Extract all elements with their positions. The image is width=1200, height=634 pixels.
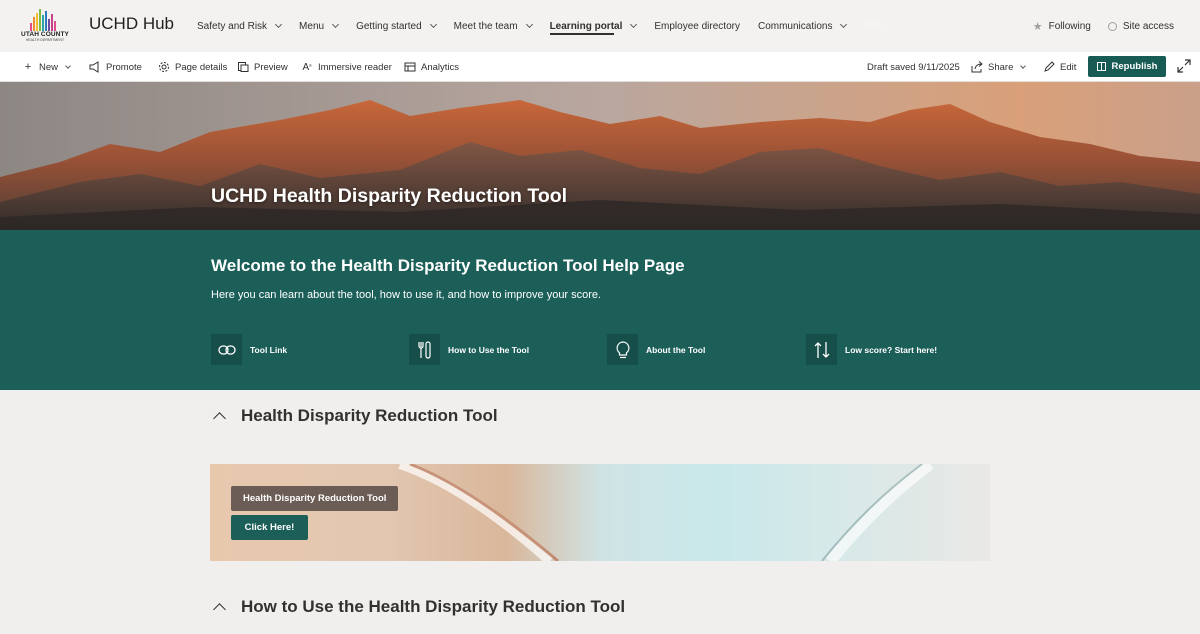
expand-icon[interactable] <box>1177 59 1191 73</box>
chevron-down-icon <box>525 20 533 29</box>
nav-menu[interactable]: Menu <box>299 0 340 52</box>
page-title: UCHD Health Disparity Reduction Tool <box>211 185 568 207</box>
quick-link-about[interactable]: About the Tool <box>607 333 705 366</box>
section-header-how-to-use[interactable]: How to Use the Health Disparity Reductio… <box>211 597 625 617</box>
site-access-button[interactable]: Site access <box>1107 20 1174 32</box>
link-icon <box>211 334 242 365</box>
following-label: Following <box>1048 20 1091 32</box>
site-title[interactable]: UCHD Hub <box>89 14 174 34</box>
chevron-down-icon <box>429 20 437 29</box>
gear-icon <box>158 61 170 73</box>
chevron-down-icon <box>1020 62 1027 69</box>
share-button[interactable]: Share <box>971 52 1027 82</box>
share-icon <box>971 61 983 73</box>
share-label: Share <box>988 61 1014 73</box>
promote-button[interactable]: Promote <box>89 52 142 82</box>
logo-graphic <box>30 9 60 31</box>
tool-tag-label: Health Disparity Reduction Tool <box>231 486 399 511</box>
nav-getting-started[interactable]: Getting started <box>356 0 437 52</box>
chevron-down-icon <box>630 20 638 29</box>
nav-label: Employee directory <box>654 20 740 32</box>
draft-status: Draft saved 9/11/2025 <box>867 61 960 73</box>
quick-link-label: Low score? Start here! <box>845 344 938 355</box>
nav-label: Menu <box>299 20 325 32</box>
new-button[interactable]: + New <box>22 52 71 82</box>
plus-icon: + <box>24 61 32 73</box>
header-actions: ★ Following Site access <box>1016 0 1174 52</box>
tools-icon <box>409 334 440 365</box>
nav-label: Edit <box>864 20 882 32</box>
person-icon <box>1107 21 1117 31</box>
hub-navigation: Safety and Risk Menu Getting started Mee… <box>197 0 900 52</box>
tool-banner-image <box>210 464 990 561</box>
republish-icon <box>1096 62 1106 71</box>
immersive-reader-label: Immersive reader <box>318 61 392 73</box>
nav-communications[interactable]: Communications <box>757 0 848 52</box>
quick-link-tool-link[interactable]: Tool Link <box>211 333 287 366</box>
quick-link-label: How to Use the Tool <box>448 344 530 355</box>
chevron-up-icon <box>213 603 226 616</box>
chevron-down-icon <box>275 20 283 29</box>
logo-text: UTAH COUNTY <box>21 31 69 38</box>
republish-label: Republish <box>1111 61 1158 72</box>
quick-link-label: About the Tool <box>646 344 706 355</box>
promote-label: Promote <box>106 61 142 73</box>
mountain-image <box>0 82 1200 230</box>
section-header-tool[interactable]: Health Disparity Reduction Tool <box>211 406 498 426</box>
nav-safety-and-risk[interactable]: Safety and Risk <box>197 0 283 52</box>
preview-button[interactable]: Preview <box>237 52 288 82</box>
nav-meet-the-team[interactable]: Meet the team <box>453 0 533 52</box>
quick-link-label: Tool Link <box>250 344 288 355</box>
welcome-subtext: Here you can learn about the tool, how t… <box>211 289 602 301</box>
preview-label: Preview <box>254 61 288 73</box>
lightbulb-icon <box>607 334 638 365</box>
megaphone-icon <box>89 61 101 73</box>
edit-button[interactable]: Edit <box>1043 52 1076 82</box>
immersive-reader-button[interactable]: Aᵃ Immersive reader <box>301 52 392 82</box>
new-label: New <box>39 61 59 73</box>
analytics-label: Analytics <box>421 61 460 73</box>
preview-icon <box>237 61 249 73</box>
nav-label: Meet the team <box>453 20 518 32</box>
site-access-label: Site access <box>1122 20 1174 32</box>
abstract-wave-image <box>398 464 934 561</box>
chevron-down-icon <box>65 62 71 69</box>
nav-employee-directory[interactable]: Employee directory <box>654 0 740 52</box>
sort-arrows-icon <box>806 334 837 365</box>
page-details-label: Page details <box>175 61 228 73</box>
chevron-up-icon <box>213 412 226 425</box>
site-header: UTAH COUNTY HEALTH DEPARTMENT UCHD Hub S… <box>0 0 1200 52</box>
edit-label: Edit <box>1060 61 1077 73</box>
nav-edit-link[interactable]: Edit <box>864 0 881 52</box>
republish-button[interactable]: Republish <box>1088 56 1166 77</box>
nav-label: Safety and Risk <box>197 20 268 32</box>
page-command-bar: + New Promote Page details Preview Aᵃ Im… <box>0 52 1200 82</box>
welcome-section: Welcome to the Health Disparity Reductio… <box>0 230 1200 390</box>
nav-label: Communications <box>757 20 833 32</box>
section-title: How to Use the Health Disparity Reductio… <box>241 597 626 616</box>
pencil-icon <box>1043 61 1055 73</box>
nav-label: Learning portal <box>549 20 623 32</box>
nav-learning-portal[interactable]: Learning portal <box>549 0 638 52</box>
analytics-button[interactable]: Analytics <box>404 52 459 82</box>
logo-subtext: HEALTH DEPARTMENT <box>25 38 65 42</box>
chevron-down-icon <box>840 20 848 29</box>
immersive-reader-icon: Aᵃ <box>302 61 312 73</box>
welcome-heading: Welcome to the Health Disparity Reductio… <box>211 256 685 275</box>
analytics-icon <box>404 61 416 73</box>
click-here-button[interactable]: Click Here! <box>231 515 308 540</box>
following-button[interactable]: ★ Following <box>1033 20 1091 33</box>
site-logo[interactable]: UTAH COUNTY HEALTH DEPARTMENT <box>18 9 72 43</box>
hero-banner: UCHD Health Disparity Reduction Tool <box>0 82 1200 230</box>
quick-link-low-score[interactable]: Low score? Start here! <box>806 333 937 366</box>
page-details-button[interactable]: Page details <box>158 52 227 82</box>
star-icon: ★ <box>1032 20 1043 33</box>
nav-label: Getting started <box>356 20 422 32</box>
chevron-down-icon <box>332 20 340 29</box>
section-title: Health Disparity Reduction Tool <box>241 406 498 425</box>
quick-link-how-to-use[interactable]: How to Use the Tool <box>409 333 529 366</box>
